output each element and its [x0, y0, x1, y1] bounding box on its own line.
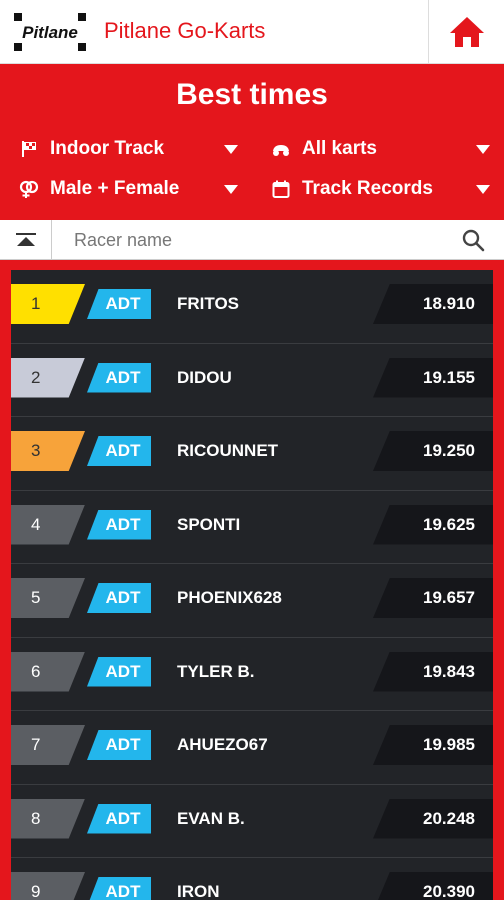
rank-badge: 5: [11, 578, 85, 618]
search-bar: [0, 220, 504, 260]
track-tag: ADT: [87, 509, 151, 540]
chevron-down-icon: [224, 144, 238, 154]
period-filter[interactable]: Track Records: [268, 174, 490, 204]
home-icon: [449, 17, 484, 47]
racer-name: PHOENIX628: [177, 588, 282, 607]
racer-name: SPONTI: [177, 514, 241, 534]
gender-filter-label: Male + Female: [50, 178, 180, 199]
calendar-icon: [268, 178, 294, 200]
app-bar: Pitlane Pitlane Go-Karts: [0, 0, 504, 64]
result-row[interactable]: 7 ADT AHUEZO67 19.985: [11, 711, 493, 785]
result-row[interactable]: 6 ADT TYLER B. 19.843: [11, 637, 493, 711]
search-icon: [462, 229, 485, 252]
racer-name: TYLER B.: [177, 661, 255, 681]
lap-time: 20.390: [423, 882, 475, 900]
kart-icon: [268, 138, 294, 160]
rank-badge: 2: [11, 357, 85, 398]
karts-filter-label: All karts: [302, 138, 377, 159]
lap-time: 19.625: [423, 514, 475, 534]
gender-filter[interactable]: Male + Female: [16, 174, 238, 204]
search-button[interactable]: [456, 224, 490, 256]
result-row[interactable]: 1 ADT FRITOS 18.910: [11, 270, 493, 344]
track-tag: ADT: [87, 436, 151, 466]
result-row[interactable]: 8 ADT EVAN B. 20.248: [11, 784, 493, 858]
track-filter-label: Indoor Track: [50, 138, 165, 159]
track-tag: ADT: [87, 362, 151, 393]
scroll-to-top-button[interactable]: [0, 220, 52, 260]
racer-name: DIDOU: [177, 367, 232, 387]
racer-search-input[interactable]: [62, 224, 452, 256]
rank-badge: 4: [11, 504, 85, 545]
rank-badge: 9: [11, 872, 85, 900]
track-tag: ADT: [87, 289, 151, 319]
lap-time: 20.248: [423, 808, 475, 828]
track-tag: ADT: [87, 730, 151, 760]
logo-text: Pitlane: [22, 23, 78, 42]
lap-time: 19.985: [423, 735, 475, 754]
racer-name: IRON: [177, 882, 220, 900]
racer-name: AHUEZO67: [177, 735, 268, 754]
result-row[interactable]: 2 ADT DIDOU 19.155: [11, 343, 493, 417]
period-filter-label: Track Records: [302, 178, 433, 199]
track-tag: ADT: [87, 877, 151, 900]
result-row[interactable]: 4 ADT SPONTI 19.625: [11, 490, 493, 564]
lap-time: 19.657: [423, 588, 475, 607]
karts-filter[interactable]: All karts: [268, 134, 490, 164]
track-filter[interactable]: Indoor Track: [16, 134, 238, 164]
chevron-down-icon: [476, 144, 490, 154]
filter-panel: Best times Indoor Track All karts Male +…: [0, 64, 504, 220]
track-tag: ADT: [87, 583, 151, 613]
lap-time: 19.155: [423, 367, 475, 387]
app-title: Pitlane Go-Karts: [104, 18, 266, 43]
scroll-top-icon: [15, 233, 36, 246]
track-tag: ADT: [87, 803, 151, 834]
rank-badge: 8: [11, 798, 85, 839]
lap-time: 19.250: [423, 441, 475, 460]
chevron-down-icon: [476, 184, 490, 194]
result-row[interactable]: 3 ADT RICOUNNET 19.250: [11, 417, 493, 491]
racer-name: RICOUNNET: [177, 441, 279, 460]
rank-badge: 6: [11, 651, 85, 692]
rank-badge: 1: [11, 284, 85, 324]
page-title: Best times: [176, 78, 328, 111]
pitlane-logo: Pitlane: [14, 13, 86, 51]
flag-icon: [16, 138, 42, 160]
gender-icon: [16, 178, 42, 200]
rank-badge: 3: [11, 431, 85, 471]
track-tag: ADT: [87, 656, 151, 687]
rank-badge: 7: [11, 725, 85, 765]
result-row[interactable]: 9 ADT IRON 20.390: [11, 858, 493, 900]
results-list: 1 ADT FRITOS 18.910 2 ADT DIDOU 19.155 3 ADT RICOU…: [11, 270, 493, 900]
lap-time: 18.910: [423, 294, 475, 313]
racer-name: FRITOS: [177, 294, 240, 313]
chevron-down-icon: [224, 184, 238, 194]
lap-time: 19.843: [423, 661, 475, 681]
results-area: 1 ADT FRITOS 18.910 2 ADT DIDOU 19.155 3 ADT RICOU…: [0, 260, 504, 900]
result-row[interactable]: 5 ADT PHOENIX628 19.657: [11, 564, 493, 638]
racer-name: EVAN B.: [177, 808, 245, 828]
home-button[interactable]: [429, 0, 504, 64]
